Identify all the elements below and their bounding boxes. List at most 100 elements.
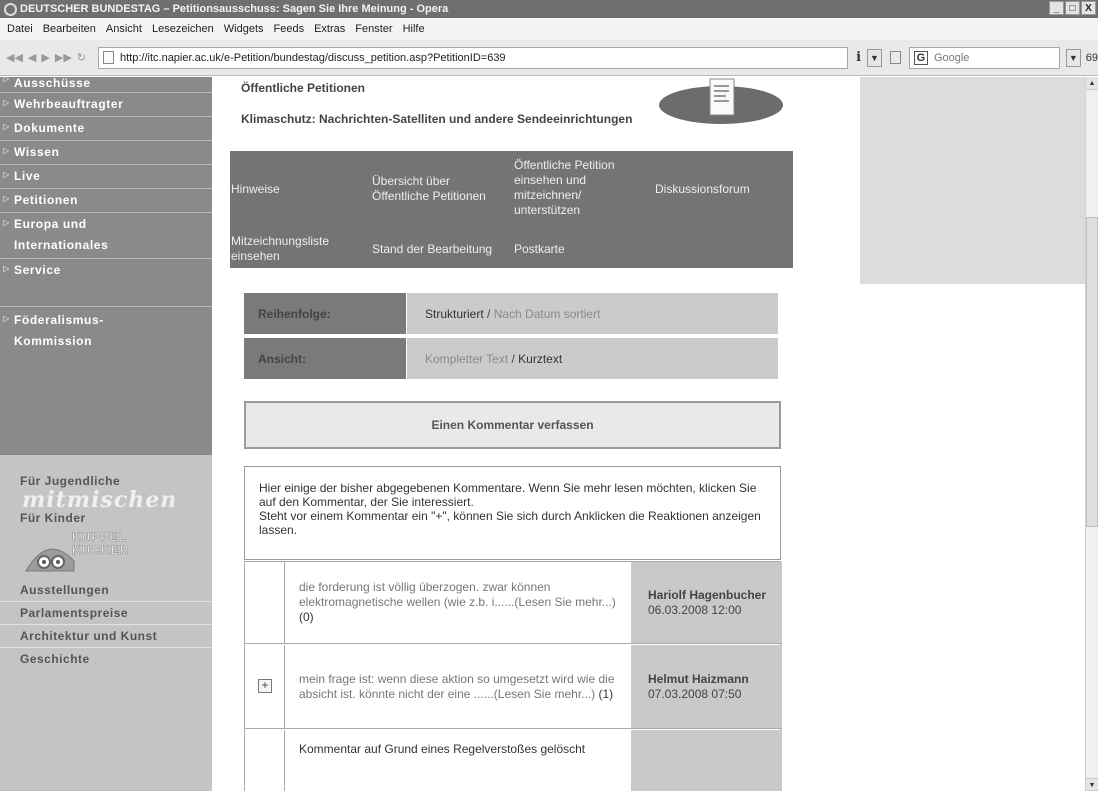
link-architektur[interactable]: Architektur und Kunst [0, 625, 212, 648]
search-dropdown-icon[interactable]: ▼ [1065, 48, 1081, 67]
sidebar-item-label: Europa und [14, 217, 87, 231]
triangle-icon: ▷ [3, 194, 10, 203]
menu-ansicht[interactable]: Ansicht [101, 23, 147, 35]
search-input[interactable]: G Google [908, 46, 1060, 69]
petition-document-graphic [659, 78, 783, 124]
sidebar-item-petitionen[interactable]: ▷ Petitionen [0, 189, 212, 213]
tab-mitzeichnungsliste[interactable]: Mitzeichnungsliste einsehen [231, 233, 361, 265]
sidebar-item-service[interactable]: ▷ Service [0, 259, 212, 307]
view-options: Kompletter Text / Kurztext [407, 338, 778, 379]
forward-icon[interactable]: ▶ [41, 51, 49, 64]
maximize-button[interactable]: □ [1065, 1, 1080, 15]
sidebar-item-foederalismus[interactable]: ▷ Föderalismus- Kommission [0, 309, 212, 355]
order-label: Reihenfolge: [244, 293, 406, 334]
tab-postkarte[interactable]: Postkarte [514, 233, 640, 265]
triangle-icon: ▷ [3, 77, 10, 83]
back-icon[interactable]: ◀ [28, 51, 36, 64]
kids-label: Für Kinder [20, 511, 86, 525]
navigation-buttons: ◀◀ ◀ ▶ ▶▶ ↻ [6, 51, 86, 64]
view-short-text[interactable]: Kurztext [518, 352, 562, 366]
menu-hilfe[interactable]: Hilfe [398, 23, 430, 35]
write-comment-button[interactable]: Einen Kommentar verfassen [244, 401, 781, 449]
view-full-text-link[interactable]: Kompletter Text [425, 352, 508, 366]
triangle-icon: ▷ [3, 146, 10, 155]
order-structured[interactable]: Strukturiert [425, 307, 484, 321]
kuppelkucker-logo[interactable]: KUPPEL KUCKER [22, 530, 212, 575]
link-ausstellungen[interactable]: Ausstellungen [0, 579, 212, 602]
info-icon[interactable]: i [856, 50, 861, 65]
menu-bearbeiten[interactable]: Bearbeiten [38, 23, 101, 35]
reply-count: (1) [598, 686, 614, 701]
menu-lesezeichen[interactable]: Lesezeichen [147, 23, 219, 35]
link-parlamentspreise[interactable]: Parlamentspreise [0, 602, 212, 625]
sidebar-item-label: Live [14, 169, 41, 183]
menu-feeds[interactable]: Feeds [269, 23, 310, 35]
sidebar-item-dokumente[interactable]: ▷ Dokumente [0, 117, 212, 141]
fast-forward-icon[interactable]: ▶▶ [55, 51, 72, 64]
order-by-date-link[interactable]: Nach Datum sortiert [494, 307, 601, 321]
table-row[interactable]: die forderung ist völlig überzogen. zwar… [245, 562, 782, 644]
tab-stand-bearbeitung[interactable]: Stand der Bearbeitung [372, 233, 512, 265]
scroll-down-icon[interactable]: ▼ [1086, 778, 1098, 791]
close-button[interactable]: X [1081, 1, 1096, 15]
order-separator: / [483, 306, 494, 321]
expand-plus-icon[interactable]: + [258, 679, 272, 693]
table-row[interactable]: + mein frage ist: wenn diese aktion so u… [245, 645, 782, 729]
section-label: Öffentliche Petitionen [241, 81, 366, 95]
menu-widgets[interactable]: Widgets [219, 23, 269, 35]
rewind-icon[interactable]: ◀◀ [6, 51, 23, 64]
window-titlebar: DEUTSCHER BUNDESTAG – Petitionsausschuss… [0, 0, 1098, 18]
reply-count: (0) [299, 610, 314, 624]
comment-excerpt[interactable]: die forderung ist völlig überzogen. zwar… [285, 562, 631, 643]
right-panel [860, 77, 1085, 284]
reload-icon[interactable]: ↻ [77, 51, 86, 64]
intro-text-line2: Steht vor einem Kommentar ein "+", könne… [259, 509, 761, 537]
table-row: Kommentar auf Grund eines Regelverstoßes… [245, 730, 782, 791]
info-dropdown-icon[interactable]: ▼ [867, 48, 882, 67]
sidebar: ▷ Ausschüsse ▷ Wehrbeauftragter ▷ Dokume… [0, 77, 212, 791]
expand-cell [245, 562, 285, 643]
sidebar-item-wehrbeauftragter[interactable]: ▷ Wehrbeauftragter [0, 93, 212, 117]
comment-excerpt[interactable]: mein frage ist: wenn diese aktion so umg… [285, 645, 631, 728]
scroll-up-icon[interactable]: ▲ [1086, 77, 1098, 90]
tab-uebersicht[interactable]: Übersicht über Öffentliche Petitionen [372, 167, 508, 211]
tab-diskussionsforum[interactable]: Diskussionsforum [655, 167, 791, 211]
comment-text: mein frage ist: wenn diese aktion so umg… [299, 671, 615, 701]
triangle-icon: ▷ [3, 170, 10, 179]
google-icon: G [913, 50, 928, 65]
window-controls: _ □ X [1049, 1, 1096, 15]
sidebar-item-europa[interactable]: ▷ Europa und Internationales [0, 213, 212, 259]
panel-icon[interactable] [889, 51, 901, 64]
search-placeholder: Google [933, 51, 970, 64]
sidebar-item-live[interactable]: ▷ Live [0, 165, 212, 189]
menu-fenster[interactable]: Fenster [350, 23, 397, 35]
zoom-level[interactable]: 69 [1086, 52, 1098, 64]
sidebar-item-label-line2: Internationales [14, 238, 109, 252]
petition-tabs: Hinweise Übersicht über Öffentliche Peti… [230, 151, 793, 268]
link-geschichte[interactable]: Geschichte [0, 648, 212, 670]
sidebar-item-wissen[interactable]: ▷ Wissen [0, 141, 212, 165]
menu-datei[interactable]: Datei [2, 23, 38, 35]
tab-hinweise[interactable]: Hinweise [231, 167, 361, 211]
page-content: ▷ Ausschüsse ▷ Wehrbeauftragter ▷ Dokume… [0, 77, 1098, 791]
comment-text: Kommentar auf Grund eines Regelverstoßes… [299, 742, 586, 756]
minimize-button[interactable]: _ [1049, 1, 1064, 15]
comment-excerpt: Kommentar auf Grund eines Regelverstoßes… [285, 730, 631, 791]
comment-author: Hariolf Hagenbucher [648, 587, 767, 602]
order-row: Reihenfolge: Strukturiert / Nach Datum s… [244, 293, 778, 334]
tab-petition-einsehen[interactable]: Öffentliche Petition einsehen und mitzei… [514, 155, 640, 221]
triangle-icon: ▷ [3, 218, 10, 227]
order-options: Strukturiert / Nach Datum sortiert [407, 293, 778, 334]
view-label: Ansicht: [244, 338, 406, 379]
mitmischen-logo[interactable]: mitmischen [0, 489, 212, 511]
sidebar-item-label: Dokumente [14, 121, 85, 135]
comment-meta [631, 730, 782, 791]
comment-meta: Hariolf Hagenbucher 06.03.2008 12:00 [631, 562, 782, 643]
url-input[interactable]: http://itc.napier.ac.uk/e-Petition/bunde… [98, 46, 849, 69]
page-icon [103, 51, 114, 64]
comments-intro: Hier einige der bisher abgegebenen Komme… [244, 466, 781, 560]
menu-extras[interactable]: Extras [309, 23, 350, 35]
sidebar-item-ausschuesse[interactable]: ▷ Ausschüsse [0, 77, 212, 93]
vertical-scrollbar[interactable]: ▲ ▼ [1085, 77, 1098, 791]
scroll-thumb[interactable] [1086, 217, 1098, 527]
